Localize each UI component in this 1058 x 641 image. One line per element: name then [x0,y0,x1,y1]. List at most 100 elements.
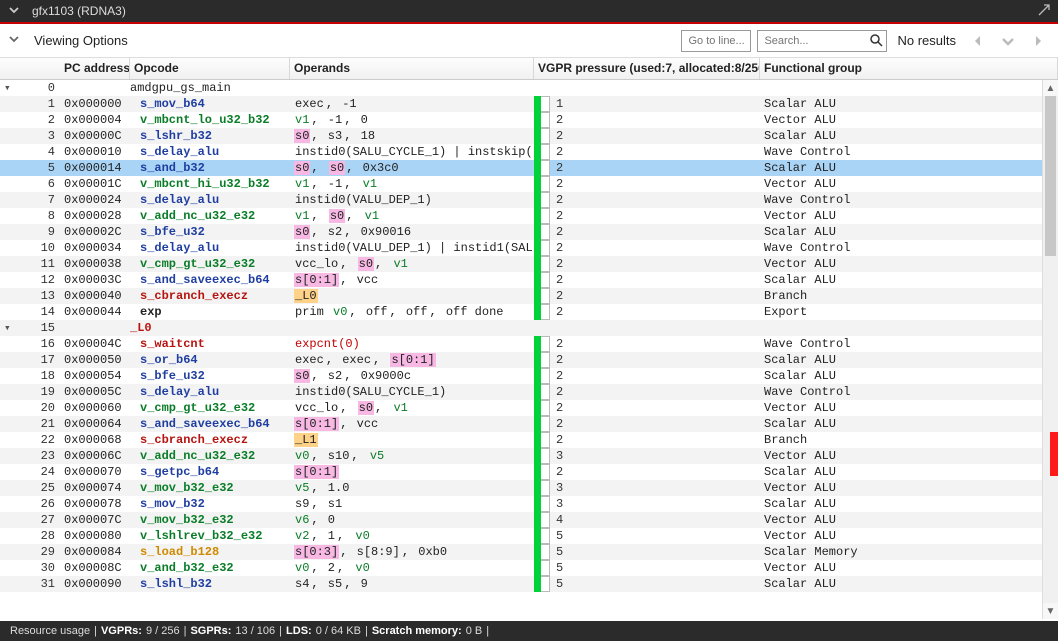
operands: s[0:1], vcc [290,272,534,288]
row-index: 21 [20,416,60,432]
col-pc[interactable]: PC address [60,58,130,79]
table-row[interactable]: 250x000074v_mov_b32_e32v5, 1.03Vector AL… [0,480,1058,496]
functional-group: Scalar ALU [760,416,1058,432]
opcode: v_add_nc_u32_e32 [130,208,290,224]
pc-address: 0x00001C [60,176,130,192]
lds-label: LDS: [286,625,312,637]
table-row[interactable]: ▾0amdgpu_gs_main [0,80,1058,96]
table-row[interactable]: 270x00007Cv_mov_b32_e32v6, 04Vector ALU [0,512,1058,528]
sgprs-label: SGPRs: [190,625,231,637]
scroll-up-icon[interactable]: ▲ [1043,80,1058,96]
table-row[interactable]: 180x000054s_bfe_u32s0, s2, 0x9000c2Scala… [0,368,1058,384]
row-index: 16 [20,336,60,352]
row-index: 28 [20,528,60,544]
popout-icon[interactable] [1038,4,1050,19]
operands: instid0(VALU_DEP_1) | instid1(SALU [290,240,534,256]
col-opcode[interactable]: Opcode [130,58,290,79]
operands: v5, 1.0 [290,480,534,496]
vgpr-value: 1 [550,96,760,112]
table-row[interactable]: 80x000028v_add_nc_u32_e32v1, s0, v12Vect… [0,208,1058,224]
table-row[interactable]: 260x000078s_mov_b32s9, s13Scalar ALU [0,496,1058,512]
operands: vcc_lo, s0, v1 [290,400,534,416]
opcode: v_and_b32_e32 [130,560,290,576]
prev-result-button[interactable] [966,29,990,53]
table-row[interactable]: 290x000084s_load_b128s[0:3], s[8:9], 0xb… [0,544,1058,560]
pc-address: 0x000024 [60,192,130,208]
table-row[interactable]: 20x000004v_mbcnt_lo_u32_b32v1, -1, 02Vec… [0,112,1058,128]
col-vgpr[interactable]: VGPR pressure (used:7, allocated:8/256) [534,58,760,79]
expand-icon[interactable]: ▾ [4,321,11,336]
functional-group: Vector ALU [760,256,1058,272]
table-row[interactable]: 130x000040s_cbranch_execz_L02Branch [0,288,1058,304]
vgpr-value: 2 [550,336,760,352]
viewing-options-label[interactable]: Viewing Options [34,33,128,48]
opcode: v_cmp_gt_u32_e32 [130,256,290,272]
table-row[interactable]: 10x000000s_mov_b64exec, -11Scalar ALU [0,96,1058,112]
viewing-options-toggle-icon[interactable] [8,33,24,48]
expand-icon[interactable]: ▾ [4,81,11,96]
no-results-label: No results [897,33,956,48]
table-row[interactable]: 310x000090s_lshl_b32s4, s5, 95Scalar ALU [0,576,1058,592]
table-row[interactable]: 190x00005Cs_delay_aluinstid0(SALU_CYCLE_… [0,384,1058,400]
vgpr-value: 5 [550,528,760,544]
functional-group: Vector ALU [760,400,1058,416]
vgpr-value: 3 [550,496,760,512]
row-index: 23 [20,448,60,464]
table-row[interactable]: 220x000068s_cbranch_execz_L12Branch [0,432,1058,448]
table-row[interactable]: 240x000070s_getpc_b64s[0:1]2Scalar ALU [0,464,1058,480]
vgpr-value: 3 [550,448,760,464]
table-row[interactable]: 70x000024s_delay_aluinstid0(VALU_DEP_1)2… [0,192,1058,208]
search-input[interactable] [757,30,887,52]
pc-address: 0x000028 [60,208,130,224]
next-result-button[interactable] [1026,29,1050,53]
table-row[interactable]: 110x000038v_cmp_gt_u32_e32vcc_lo, s0, v1… [0,256,1058,272]
table-row[interactable]: 40x000010s_delay_aluinstid0(SALU_CYCLE_1… [0,144,1058,160]
table-row[interactable]: 200x000060v_cmp_gt_u32_e32vcc_lo, s0, v1… [0,400,1058,416]
vgpr-value: 2 [550,160,760,176]
opcode: s_cbranch_execz [130,432,290,448]
table-row[interactable]: 50x000014s_and_b32s0, s0, 0x3c02Scalar A… [0,160,1058,176]
col-operands[interactable]: Operands [290,58,534,79]
search-icon[interactable] [869,33,883,50]
vgpr-value: 2 [550,304,760,320]
col-func[interactable]: Functional group [760,58,1058,79]
pc-address: 0x000084 [60,544,130,560]
table-row[interactable]: ▾15_L0 [0,320,1058,336]
vgpr-bar [534,368,550,384]
table-row[interactable]: 60x00001Cv_mbcnt_hi_u32_b32v1, -1, v12Ve… [0,176,1058,192]
vgpr-bar [534,240,550,256]
pc-address: 0x00004C [60,336,130,352]
table-row[interactable]: 100x000034s_delay_aluinstid0(VALU_DEP_1)… [0,240,1058,256]
pc-address: 0x000000 [60,96,130,112]
vgpr-value: 2 [550,272,760,288]
table-row[interactable]: 170x000050s_or_b64exec, exec, s[0:1]2Sca… [0,352,1058,368]
table-row[interactable]: 140x000044expprim v0, off, off, off done… [0,304,1058,320]
pc-address: 0x000034 [60,240,130,256]
collapse-icon[interactable] [8,4,26,19]
row-index: 4 [20,144,60,160]
functional-group: Scalar ALU [760,464,1058,480]
down-result-button[interactable] [996,29,1020,53]
table-row[interactable]: 280x000080v_lshlrev_b32_e32v2, 1, v05Vec… [0,528,1058,544]
table-row[interactable]: 30x00000Cs_lshr_b32s0, s3, 182Scalar ALU [0,128,1058,144]
scroll-thumb[interactable] [1045,96,1056,256]
vertical-scrollbar[interactable]: ▲ ▼ [1042,80,1058,619]
opcode: v_mov_b32_e32 [130,480,290,496]
table-row[interactable]: 120x00003Cs_and_saveexec_b64s[0:1], vcc2… [0,272,1058,288]
table-row[interactable]: 90x00002Cs_bfe_u32s0, s2, 0x900162Scalar… [0,224,1058,240]
table-row[interactable]: 210x000064s_and_saveexec_b64s[0:1], vcc2… [0,416,1058,432]
functional-group: Vector ALU [760,176,1058,192]
vgpr-bar [534,384,550,400]
goto-line-input[interactable] [681,30,751,52]
warning-marker[interactable] [1050,454,1058,476]
pc-address: 0x00002C [60,224,130,240]
operands [290,80,534,96]
vgpr-bar [534,176,550,192]
table-row[interactable]: 160x00004Cs_waitcntexpcnt(0)2Wave Contro… [0,336,1058,352]
operands: v6, 0 [290,512,534,528]
warning-marker[interactable] [1050,432,1058,454]
table-row[interactable]: 300x00008Cv_and_b32_e32v0, 2, v05Vector … [0,560,1058,576]
table-row[interactable]: 230x00006Cv_add_nc_u32_e32v0, s10, v53Ve… [0,448,1058,464]
scroll-down-icon[interactable]: ▼ [1043,603,1058,619]
vgpr-bar [534,304,550,320]
